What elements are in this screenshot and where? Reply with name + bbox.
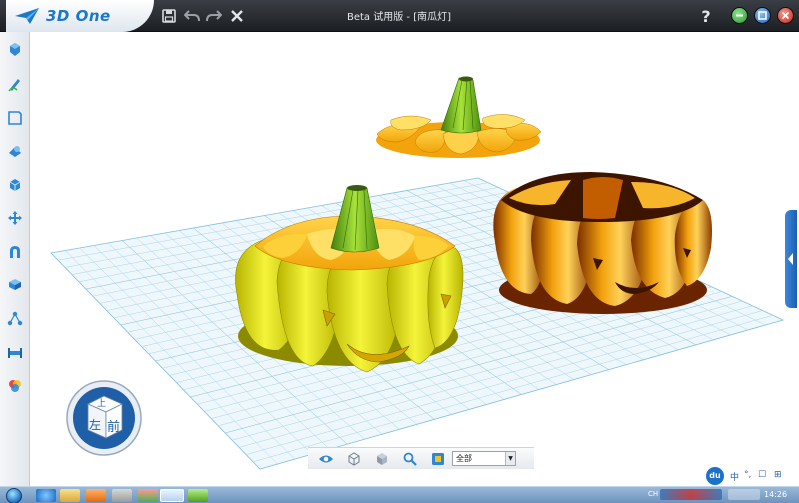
- tray-icons[interactable]: [660, 489, 722, 500]
- taskbar-media-icon[interactable]: [86, 489, 106, 502]
- app-logo: 3D One: [6, 0, 154, 32]
- 3d-viewport[interactable]: [31, 32, 799, 486]
- window-title: Beta 试用版 - [南瓜灯]: [346, 12, 451, 23]
- help-icon[interactable]: ?: [697, 7, 715, 26]
- ime-menu[interactable]: ⊞: [774, 470, 782, 480]
- assistant-bubble[interactable]: du: [706, 467, 724, 485]
- combine-icon[interactable]: [5, 175, 25, 195]
- restore-button[interactable]: [754, 7, 771, 24]
- app-window: 3D One Beta 试用版 - [南瓜灯] ? 上 左 前 全部 ▼ du …: [0, 0, 799, 503]
- view-cube-front-label[interactable]: 前: [107, 416, 120, 435]
- ime-keyboard[interactable]: ☐: [758, 470, 766, 480]
- start-button[interactable]: [6, 488, 22, 503]
- move-icon[interactable]: [5, 208, 25, 228]
- view-eye-icon[interactable]: [318, 451, 334, 467]
- ime-punctuation[interactable]: °,: [744, 470, 751, 480]
- shaded-cube-icon[interactable]: [374, 451, 390, 467]
- taskbar-folder-icon[interactable]: [60, 489, 80, 502]
- tray-language[interactable]: CH: [648, 490, 658, 498]
- left-toolbar: [0, 32, 30, 486]
- sketch-icon[interactable]: [5, 74, 25, 94]
- close-x-icon[interactable]: [228, 7, 246, 25]
- scene-canvas: [50, 76, 785, 470]
- distance-measure-icon[interactable]: [5, 309, 25, 329]
- magnet-snap-icon[interactable]: [5, 242, 25, 262]
- bottom-view-toolbar: 全部 ▼: [308, 447, 534, 469]
- undo-icon[interactable]: [183, 7, 201, 25]
- close-button[interactable]: [777, 7, 794, 24]
- sketch-edit-icon[interactable]: [5, 108, 25, 128]
- base-icon[interactable]: [5, 342, 25, 362]
- chevron-left-icon: [788, 253, 793, 265]
- tray-clock[interactable]: 14:26: [764, 490, 787, 499]
- snapshot-icon[interactable]: [430, 451, 446, 467]
- taskbar-app-icon[interactable]: [138, 489, 158, 502]
- right-panel-toggle[interactable]: [785, 210, 797, 308]
- chevron-down-icon: ▼: [505, 452, 515, 465]
- zoom-icon[interactable]: [402, 451, 418, 467]
- taskbar-tool-icon[interactable]: [112, 489, 132, 502]
- save-icon[interactable]: [160, 7, 178, 25]
- filter-select-value: 全部: [456, 454, 472, 463]
- basic-solid-icon[interactable]: [5, 40, 25, 60]
- orange-pumpkin-shell-model[interactable]: [493, 172, 712, 314]
- close-icon: [781, 11, 790, 20]
- filter-select[interactable]: 全部 ▼: [452, 451, 516, 466]
- special-function-icon[interactable]: [5, 141, 25, 161]
- view-cube[interactable]: 上 左 前: [66, 380, 142, 456]
- pumpkin-lid-model[interactable]: [376, 76, 542, 159]
- restore-icon: [758, 11, 767, 20]
- pattern-icon[interactable]: [5, 275, 25, 295]
- os-taskbar: CH 14:26: [0, 486, 799, 503]
- view-cube-left-label[interactable]: 左: [89, 416, 101, 433]
- taskbar-green-app-icon[interactable]: [188, 489, 208, 502]
- app-logo-text: 3D One: [46, 7, 111, 25]
- paper-plane-logo-icon: [15, 8, 39, 24]
- minimize-button[interactable]: [731, 7, 748, 24]
- view-cube-top-label[interactable]: 上: [97, 396, 106, 409]
- tray-system-icons[interactable]: [728, 489, 760, 500]
- material-render-icon[interactable]: [5, 376, 25, 396]
- minimize-icon: [736, 14, 743, 17]
- wireframe-cube-icon[interactable]: [346, 451, 362, 467]
- taskbar-browser-icon[interactable]: [36, 489, 56, 502]
- redo-icon[interactable]: [205, 7, 223, 25]
- ime-chinese-mode[interactable]: 中: [730, 470, 739, 483]
- title-bar: 3D One Beta 试用版 - [南瓜灯] ?: [0, 0, 799, 32]
- taskbar-3d-one-active[interactable]: [160, 489, 184, 502]
